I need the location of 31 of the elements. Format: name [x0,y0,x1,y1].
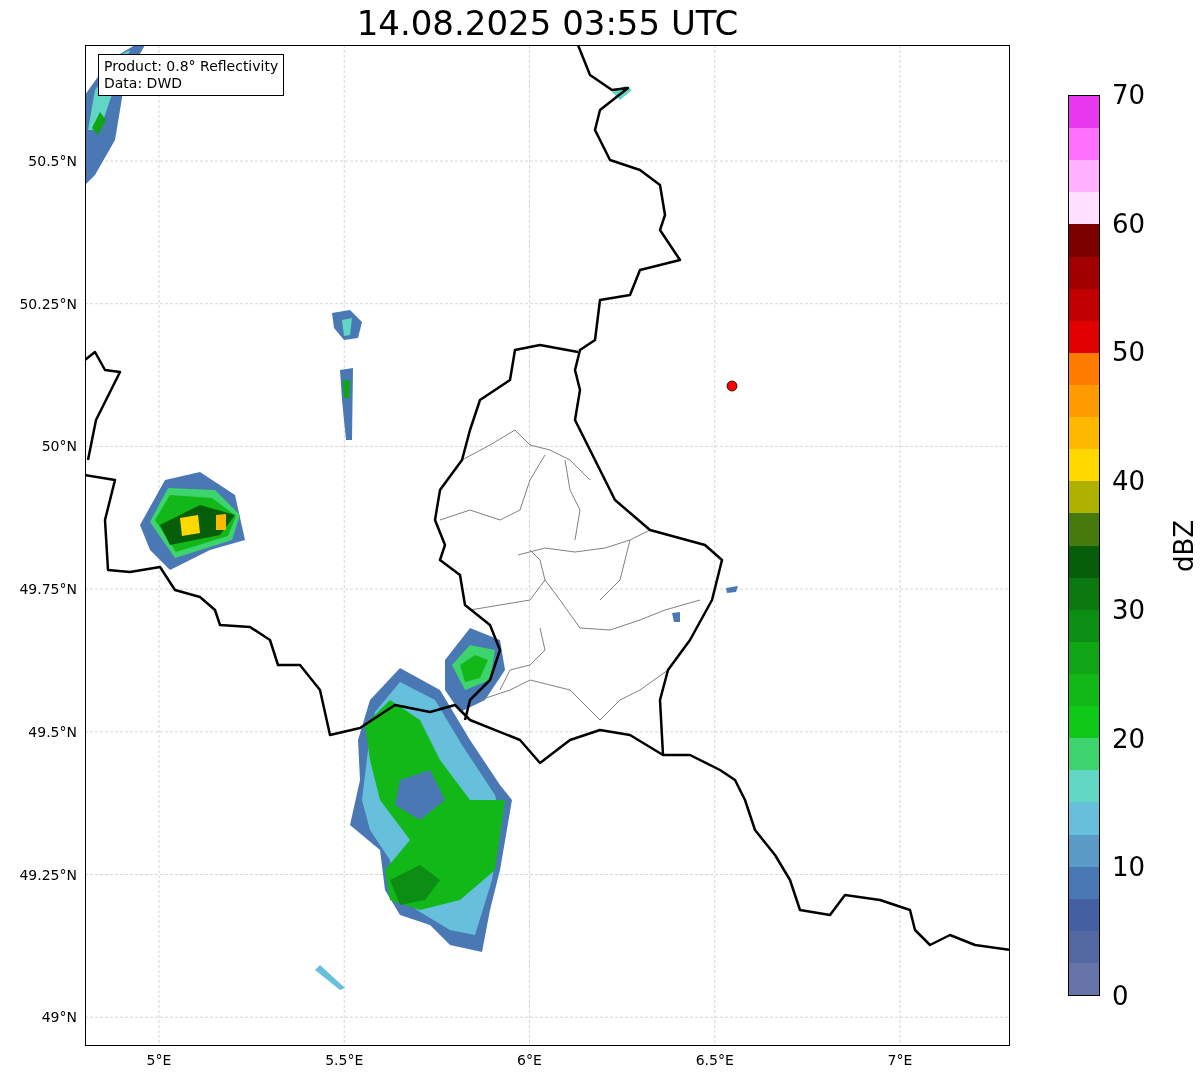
scale-tick-label: 0 [1112,981,1129,1011]
latitude-label: 49°N [41,1009,77,1026]
longitude-label: 6.5°E [695,1052,734,1068]
scale-unit-label: dBZ [1169,519,1200,572]
radar-echo [612,86,632,100]
longitude-label: 6°E [517,1052,542,1068]
longitude-label: 5.5°E [325,1052,364,1068]
scale-tick-label: 40 [1112,466,1146,497]
scale-tick-label: 10 [1112,852,1146,883]
latitude-label: 49.25°N [19,866,77,883]
latitude-label: 49.5°N [28,723,77,740]
longitude-label: 7°E [887,1052,913,1068]
latitude-label: 50°N [41,438,77,455]
radar-echo [315,965,345,990]
annotation-text: Data: DWD [104,75,183,92]
scale-tick-label: 30 [1112,594,1146,625]
radar-echo [726,586,738,593]
radar-echo [332,310,362,340]
latitude-label: 50.25°N [19,295,77,312]
chart-title: 14.08.2025 03:55 UTC [356,2,739,43]
latitude-label: 50.5°N [28,153,77,169]
radar-echo [340,368,353,440]
scale-tick-label: 50 [1112,337,1146,368]
longitude-label: 5°E [146,1052,172,1068]
scale-tick-label: 60 [1112,208,1146,239]
radar-echo [672,612,680,622]
scale-tick-label: 70 [1112,80,1146,110]
latitude-label: 49.75°N [19,581,77,598]
scale-tick-label: 20 [1112,723,1146,754]
location-marker [726,380,738,392]
annotation-text: Product: 0.8° Reflectivity [104,58,279,75]
